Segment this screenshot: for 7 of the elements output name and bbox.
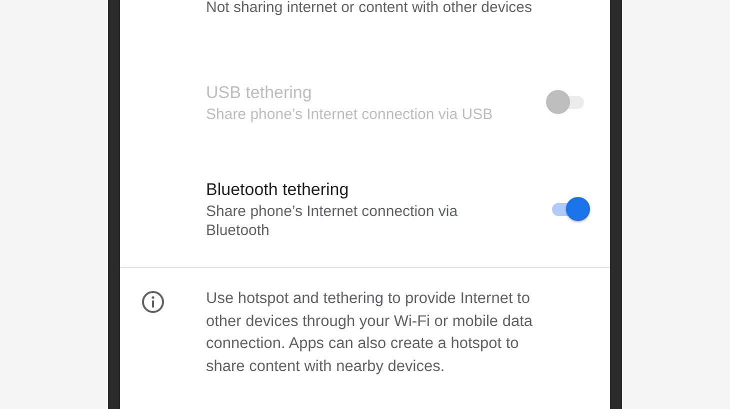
setting-title: Bluetooth tethering [206, 179, 350, 201]
setting-description: Share phone’s Internet connection via Bluetooth [206, 202, 459, 240]
setting-title: USB tethering [206, 82, 313, 104]
info-icon [141, 290, 165, 314]
info-text: Use hotspot and tethering to provide Internet to other devices through your Wi-Fi or mobile data connection. Apps can also create a hotspot to share content with nearby devices. [206, 289, 534, 378]
setting-description: Share phone’s Internet connection via USB [206, 104, 494, 124]
status-summary: Not sharing internet or content with other devices [205, 0, 534, 15]
